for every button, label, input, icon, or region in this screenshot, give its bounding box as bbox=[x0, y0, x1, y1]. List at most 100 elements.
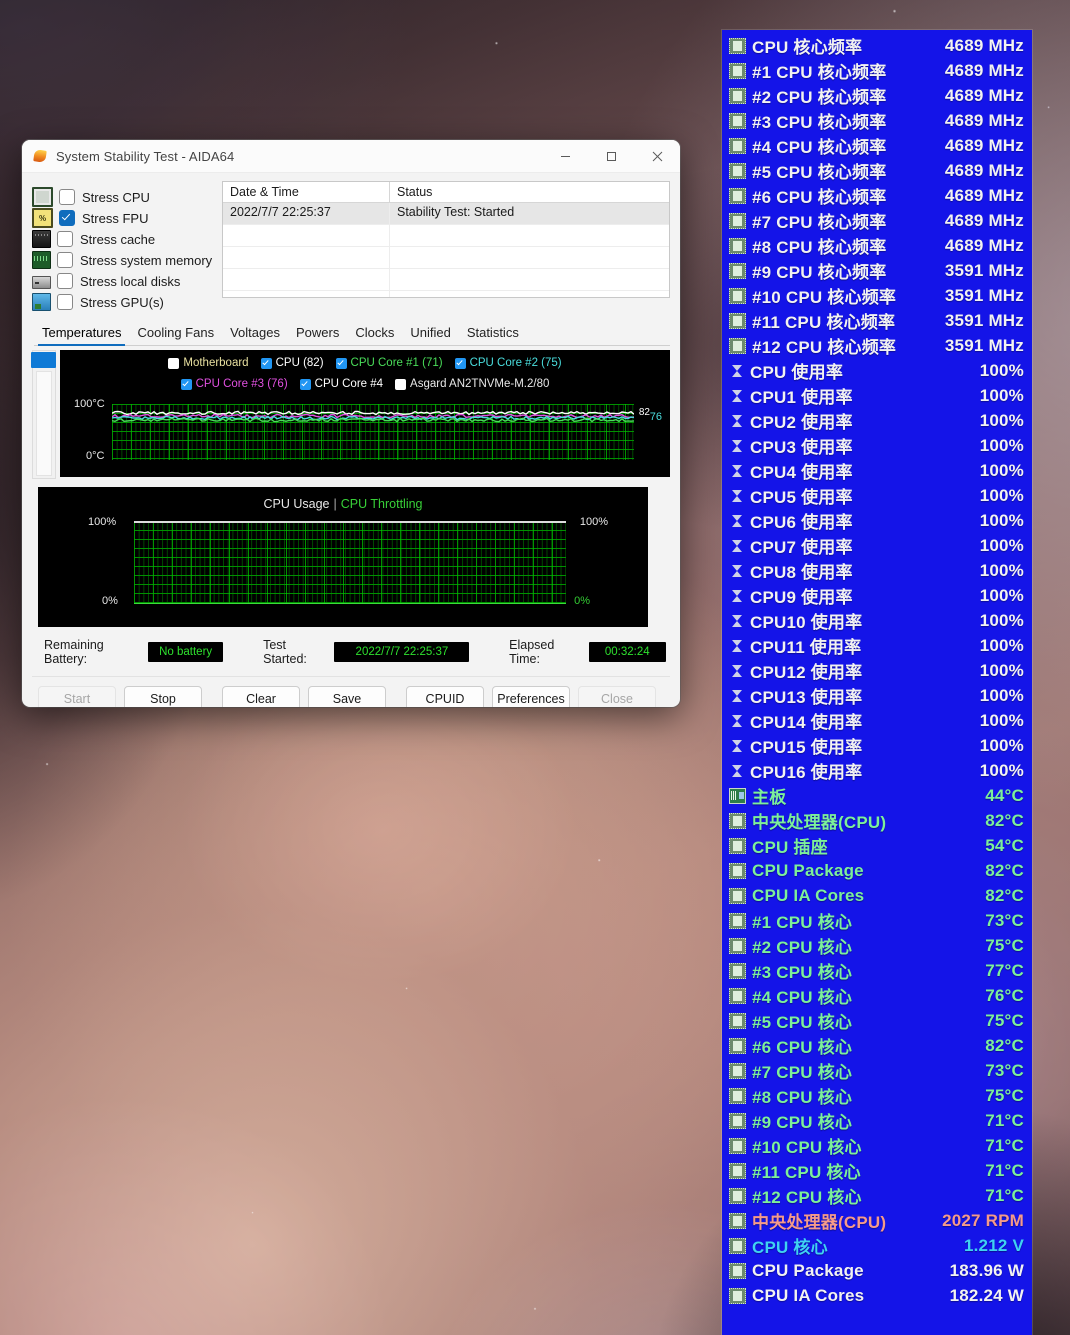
stress-option-row[interactable]: Stress local disks bbox=[32, 271, 212, 291]
status-log-table[interactable]: Date & Time Status 2022/7/7 22:25:37Stab… bbox=[222, 181, 670, 298]
sensor-label: #4 CPU 核心 bbox=[752, 983, 985, 1008]
legend-checkbox[interactable] bbox=[168, 358, 179, 369]
hard-disk-icon bbox=[32, 276, 51, 289]
sensor-value: 100% bbox=[980, 561, 1024, 581]
legend-checkbox[interactable] bbox=[300, 379, 311, 390]
cell-status bbox=[390, 225, 669, 246]
legend-item[interactable]: Asgard AN2TNVMe-M.2/80 bbox=[395, 376, 549, 394]
legend-item[interactable]: CPU Core #2 (75) bbox=[455, 355, 562, 373]
sensor-label: #3 CPU 核心 bbox=[752, 958, 985, 983]
sensor-row: CPU IA Cores82°C bbox=[722, 883, 1032, 908]
sensor-row: #12 CPU 核心频率3591 MHz bbox=[722, 333, 1032, 358]
sensor-value: 4689 MHz bbox=[945, 86, 1024, 106]
sensor-label: #5 CPU 核心 bbox=[752, 1008, 985, 1033]
usage-top-axis bbox=[134, 521, 566, 523]
sensor-value: 1.212 V bbox=[964, 1236, 1024, 1256]
legend-item[interactable]: CPU Core #3 (76) bbox=[181, 376, 288, 394]
cell-status bbox=[390, 291, 669, 298]
stress-option-row[interactable]: Stress system memory bbox=[32, 250, 212, 270]
table-header-row: Date & Time Status bbox=[223, 182, 669, 203]
window-titlebar[interactable]: System Stability Test - AIDA64 bbox=[22, 140, 680, 173]
save-button[interactable]: Save bbox=[308, 686, 386, 707]
table-row-empty[interactable] bbox=[223, 291, 669, 298]
tab-unified[interactable]: Unified bbox=[402, 323, 458, 345]
legend-item[interactable]: CPU Core #1 (71) bbox=[336, 355, 443, 373]
tab-clocks[interactable]: Clocks bbox=[347, 323, 402, 345]
usage-graph-title: CPU Usage|CPU Throttling bbox=[38, 497, 648, 511]
sensor-label: CPU Package bbox=[752, 861, 985, 881]
legend-checkbox[interactable] bbox=[336, 358, 347, 369]
legend-checkbox[interactable] bbox=[455, 358, 466, 369]
stress-option-row[interactable]: %Stress FPU bbox=[32, 208, 212, 228]
legend-item[interactable]: CPU (82) bbox=[261, 355, 324, 373]
maximize-button[interactable] bbox=[588, 140, 634, 172]
sensor-row: #12 CPU 核心71°C bbox=[722, 1183, 1032, 1208]
sensor-value: 100% bbox=[980, 486, 1024, 506]
sensor-row: CPU8 使用率100% bbox=[722, 558, 1032, 583]
sensor-row: CPU5 使用率100% bbox=[722, 483, 1032, 508]
tab-voltages[interactable]: Voltages bbox=[222, 323, 288, 345]
stress-option-checkbox[interactable] bbox=[57, 294, 73, 310]
sensor-value: 73°C bbox=[985, 1061, 1024, 1081]
stress-option-row[interactable]: Stress cache bbox=[32, 229, 212, 249]
legend-item[interactable]: CPU Core #4 bbox=[300, 376, 383, 394]
scrollbar-track[interactable] bbox=[36, 371, 52, 476]
sensor-value: 4689 MHz bbox=[945, 236, 1024, 256]
sensor-value: 76°C bbox=[985, 986, 1024, 1006]
clear-button[interactable]: Clear bbox=[222, 686, 300, 707]
tab-bar[interactable]: TemperaturesCooling FansVoltagesPowersCl… bbox=[34, 323, 670, 346]
sensor-label: #10 CPU 核心频率 bbox=[752, 283, 945, 308]
tab-temperatures[interactable]: Temperatures bbox=[34, 323, 129, 345]
table-row-empty[interactable] bbox=[223, 269, 669, 291]
stress-option-row[interactable]: Stress CPU bbox=[32, 187, 212, 207]
sensor-label: CPU 核心 bbox=[752, 1233, 964, 1258]
hourglass-icon bbox=[729, 389, 744, 403]
minimize-button[interactable] bbox=[542, 140, 588, 172]
graph-scrollbar[interactable] bbox=[32, 350, 56, 479]
scrollbar-thumb[interactable] bbox=[31, 352, 56, 368]
stress-option-row[interactable]: Stress GPU(s) bbox=[32, 292, 212, 312]
stress-option-checkbox[interactable] bbox=[57, 273, 73, 289]
legend-checkbox[interactable] bbox=[395, 379, 406, 390]
hourglass-icon bbox=[729, 364, 744, 378]
status-bar: Remaining Battery: No battery Test Start… bbox=[32, 637, 670, 667]
sensor-label: #8 CPU 核心频率 bbox=[752, 233, 945, 258]
cpu-usage-graph: CPU Usage|CPU Throttling 100% 0% 100% 0% bbox=[38, 487, 648, 627]
legend-checkbox[interactable] bbox=[181, 379, 192, 390]
legend-checkbox[interactable] bbox=[261, 358, 272, 369]
chip-icon bbox=[729, 38, 746, 54]
tab-statistics[interactable]: Statistics bbox=[459, 323, 527, 345]
chip-icon bbox=[729, 138, 746, 154]
stress-option-checkbox[interactable] bbox=[59, 210, 75, 226]
tab-cooling-fans[interactable]: Cooling Fans bbox=[129, 323, 222, 345]
table-row-empty[interactable] bbox=[223, 247, 669, 269]
hourglass-icon bbox=[729, 414, 744, 428]
legend-item[interactable]: Motherboard bbox=[168, 355, 248, 373]
close-button[interactable] bbox=[634, 140, 680, 172]
sensor-label: #7 CPU 核心频率 bbox=[752, 208, 945, 233]
sensor-row: CPU16 使用率100% bbox=[722, 758, 1032, 783]
cpuid-button[interactable]: CPUID bbox=[406, 686, 484, 707]
chip-icon bbox=[729, 1013, 746, 1029]
chip-icon bbox=[729, 238, 746, 254]
stress-option-checkbox[interactable] bbox=[57, 231, 73, 247]
sensor-value: 3591 MHz bbox=[945, 261, 1024, 281]
sensor-value: 82°C bbox=[985, 1036, 1024, 1056]
sensor-row: CPU9 使用率100% bbox=[722, 583, 1032, 608]
preferences-button[interactable]: Preferences bbox=[492, 686, 570, 707]
sensor-label: CPU2 使用率 bbox=[750, 408, 980, 433]
table-row[interactable]: 2022/7/7 22:25:37Stability Test: Started bbox=[223, 203, 669, 225]
aida64-stability-test-window[interactable]: System Stability Test - AIDA64 Stress CP… bbox=[22, 140, 680, 707]
stress-option-label: Stress CPU bbox=[82, 190, 150, 205]
table-row-empty[interactable] bbox=[223, 225, 669, 247]
stress-option-checkbox[interactable] bbox=[59, 189, 75, 205]
temperature-graph-legend[interactable]: Motherboard CPU (82) CPU Core #1 (71) CPU C… bbox=[60, 350, 670, 396]
stress-option-checkbox[interactable] bbox=[57, 252, 73, 268]
sensor-label: CPU13 使用率 bbox=[750, 683, 980, 708]
sensor-label: CPU7 使用率 bbox=[750, 533, 980, 558]
sensor-row: CPU11 使用率100% bbox=[722, 633, 1032, 658]
tab-powers[interactable]: Powers bbox=[288, 323, 347, 345]
stop-button[interactable]: Stop bbox=[124, 686, 202, 707]
temperatures-graph: Motherboard CPU (82) CPU Core #1 (71) CPU C… bbox=[60, 350, 670, 477]
sensor-row: CPU10 使用率100% bbox=[722, 608, 1032, 633]
